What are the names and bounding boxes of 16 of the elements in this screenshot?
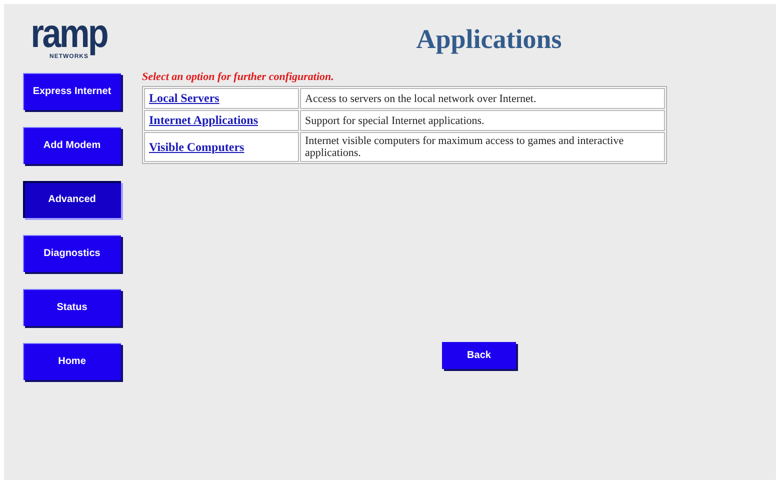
nav-button[interactable]: Express Internet: [23, 73, 121, 110]
logo: ramp: [30, 14, 108, 54]
table-cell: Support for special Internet applications.: [300, 110, 665, 131]
nav-button[interactable]: Diagnostics: [23, 235, 121, 272]
table-cell: Access to servers on the local network over Internet.: [300, 88, 665, 109]
nav-button[interactable]: Status: [23, 289, 121, 326]
instruction-text: Select an option for further configuration.: [142, 71, 335, 83]
nav-button[interactable]: Advanced: [23, 181, 121, 218]
nav-button[interactable]: Add Modem: [23, 127, 121, 164]
nav-button[interactable]: Home: [23, 343, 121, 380]
option-link[interactable]: Local Servers: [149, 91, 220, 105]
option-link[interactable]: Internet Applications: [149, 113, 258, 127]
page-title: Applications: [416, 24, 562, 55]
back-button[interactable]: Back: [442, 342, 516, 369]
option-link[interactable]: Visible Computers: [149, 140, 244, 154]
table-cell: Internet visible computers for maximum access to games and interactive applications.: [300, 132, 665, 162]
